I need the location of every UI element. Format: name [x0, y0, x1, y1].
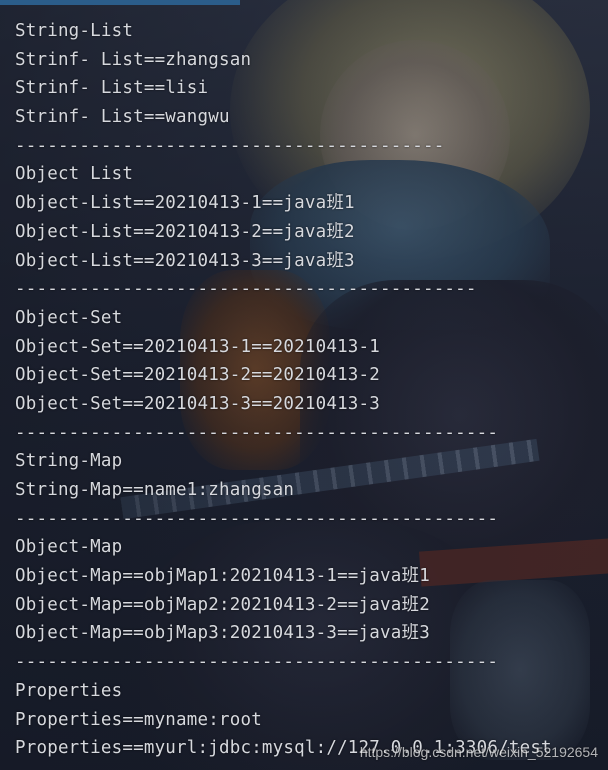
console-line: Object-Map==objMap1:20210413-1==java班1	[15, 566, 430, 587]
console-line: String-Map==name1:zhangsan	[15, 480, 295, 500]
console-line: Object List	[15, 164, 134, 185]
console-line: Object-Set	[15, 307, 123, 328]
console-line: Object-Map==objMap2:20210413-2==java班2	[15, 594, 430, 615]
console-separator: ----------------------------------------…	[15, 422, 499, 443]
console-line: Object-List==20210413-1==java班1	[15, 193, 355, 214]
console-line: String-List	[15, 21, 134, 41]
console-line: Object-Set==20210413-2==20210413-2	[15, 365, 381, 386]
console-line: Object-List==20210413-3==java班3	[15, 250, 355, 271]
console-line: Properties==myname:root	[15, 709, 262, 730]
console-line: Object-Set==20210413-3==20210413-3	[15, 393, 381, 414]
console-line: Strinf- List==wangwu	[15, 107, 230, 128]
console-separator: ----------------------------------------	[15, 135, 445, 156]
console-line: Object-Map	[15, 537, 123, 558]
tab-indicator-bar	[0, 0, 240, 5]
console-separator: ----------------------------------------…	[15, 652, 499, 673]
console-line: Strinf- List==zhangsan	[15, 49, 252, 70]
console-separator: ----------------------------------------…	[15, 279, 477, 300]
console-separator: ----------------------------------------…	[15, 508, 499, 529]
csdn-watermark: https://blog.csdn.net/weixin_52192654	[359, 744, 598, 760]
console-line: String-Map	[15, 451, 123, 472]
console-output[interactable]: String-List Strinf- List==zhangsan Strin…	[15, 17, 608, 763]
console-line: Object-Map==objMap3:20210413-3==java班3	[15, 623, 430, 644]
console-line: Object-Set==20210413-1==20210413-1	[15, 336, 381, 357]
console-line: Object-List==20210413-2==java班2	[15, 221, 355, 242]
console-line: Properties	[15, 680, 123, 701]
console-line: Strinf- List==lisi	[15, 78, 209, 99]
